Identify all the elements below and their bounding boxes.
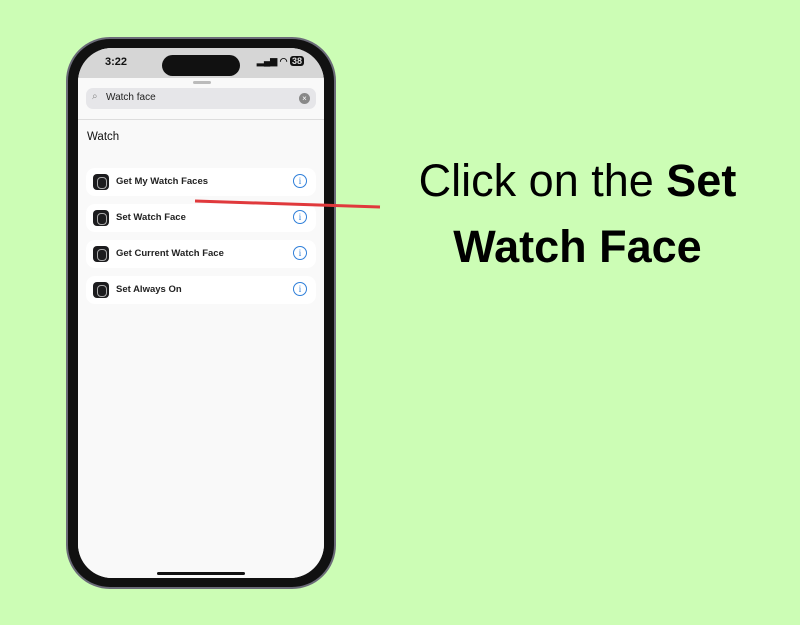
- instruction-caption: Click on the Set Watch Face: [380, 148, 775, 280]
- caption-bold-1: Set: [666, 155, 737, 206]
- caption-prefix: Click on the: [418, 155, 667, 206]
- pointer-line: [194, 199, 381, 209]
- caption-bold-2: Watch Face: [453, 221, 702, 272]
